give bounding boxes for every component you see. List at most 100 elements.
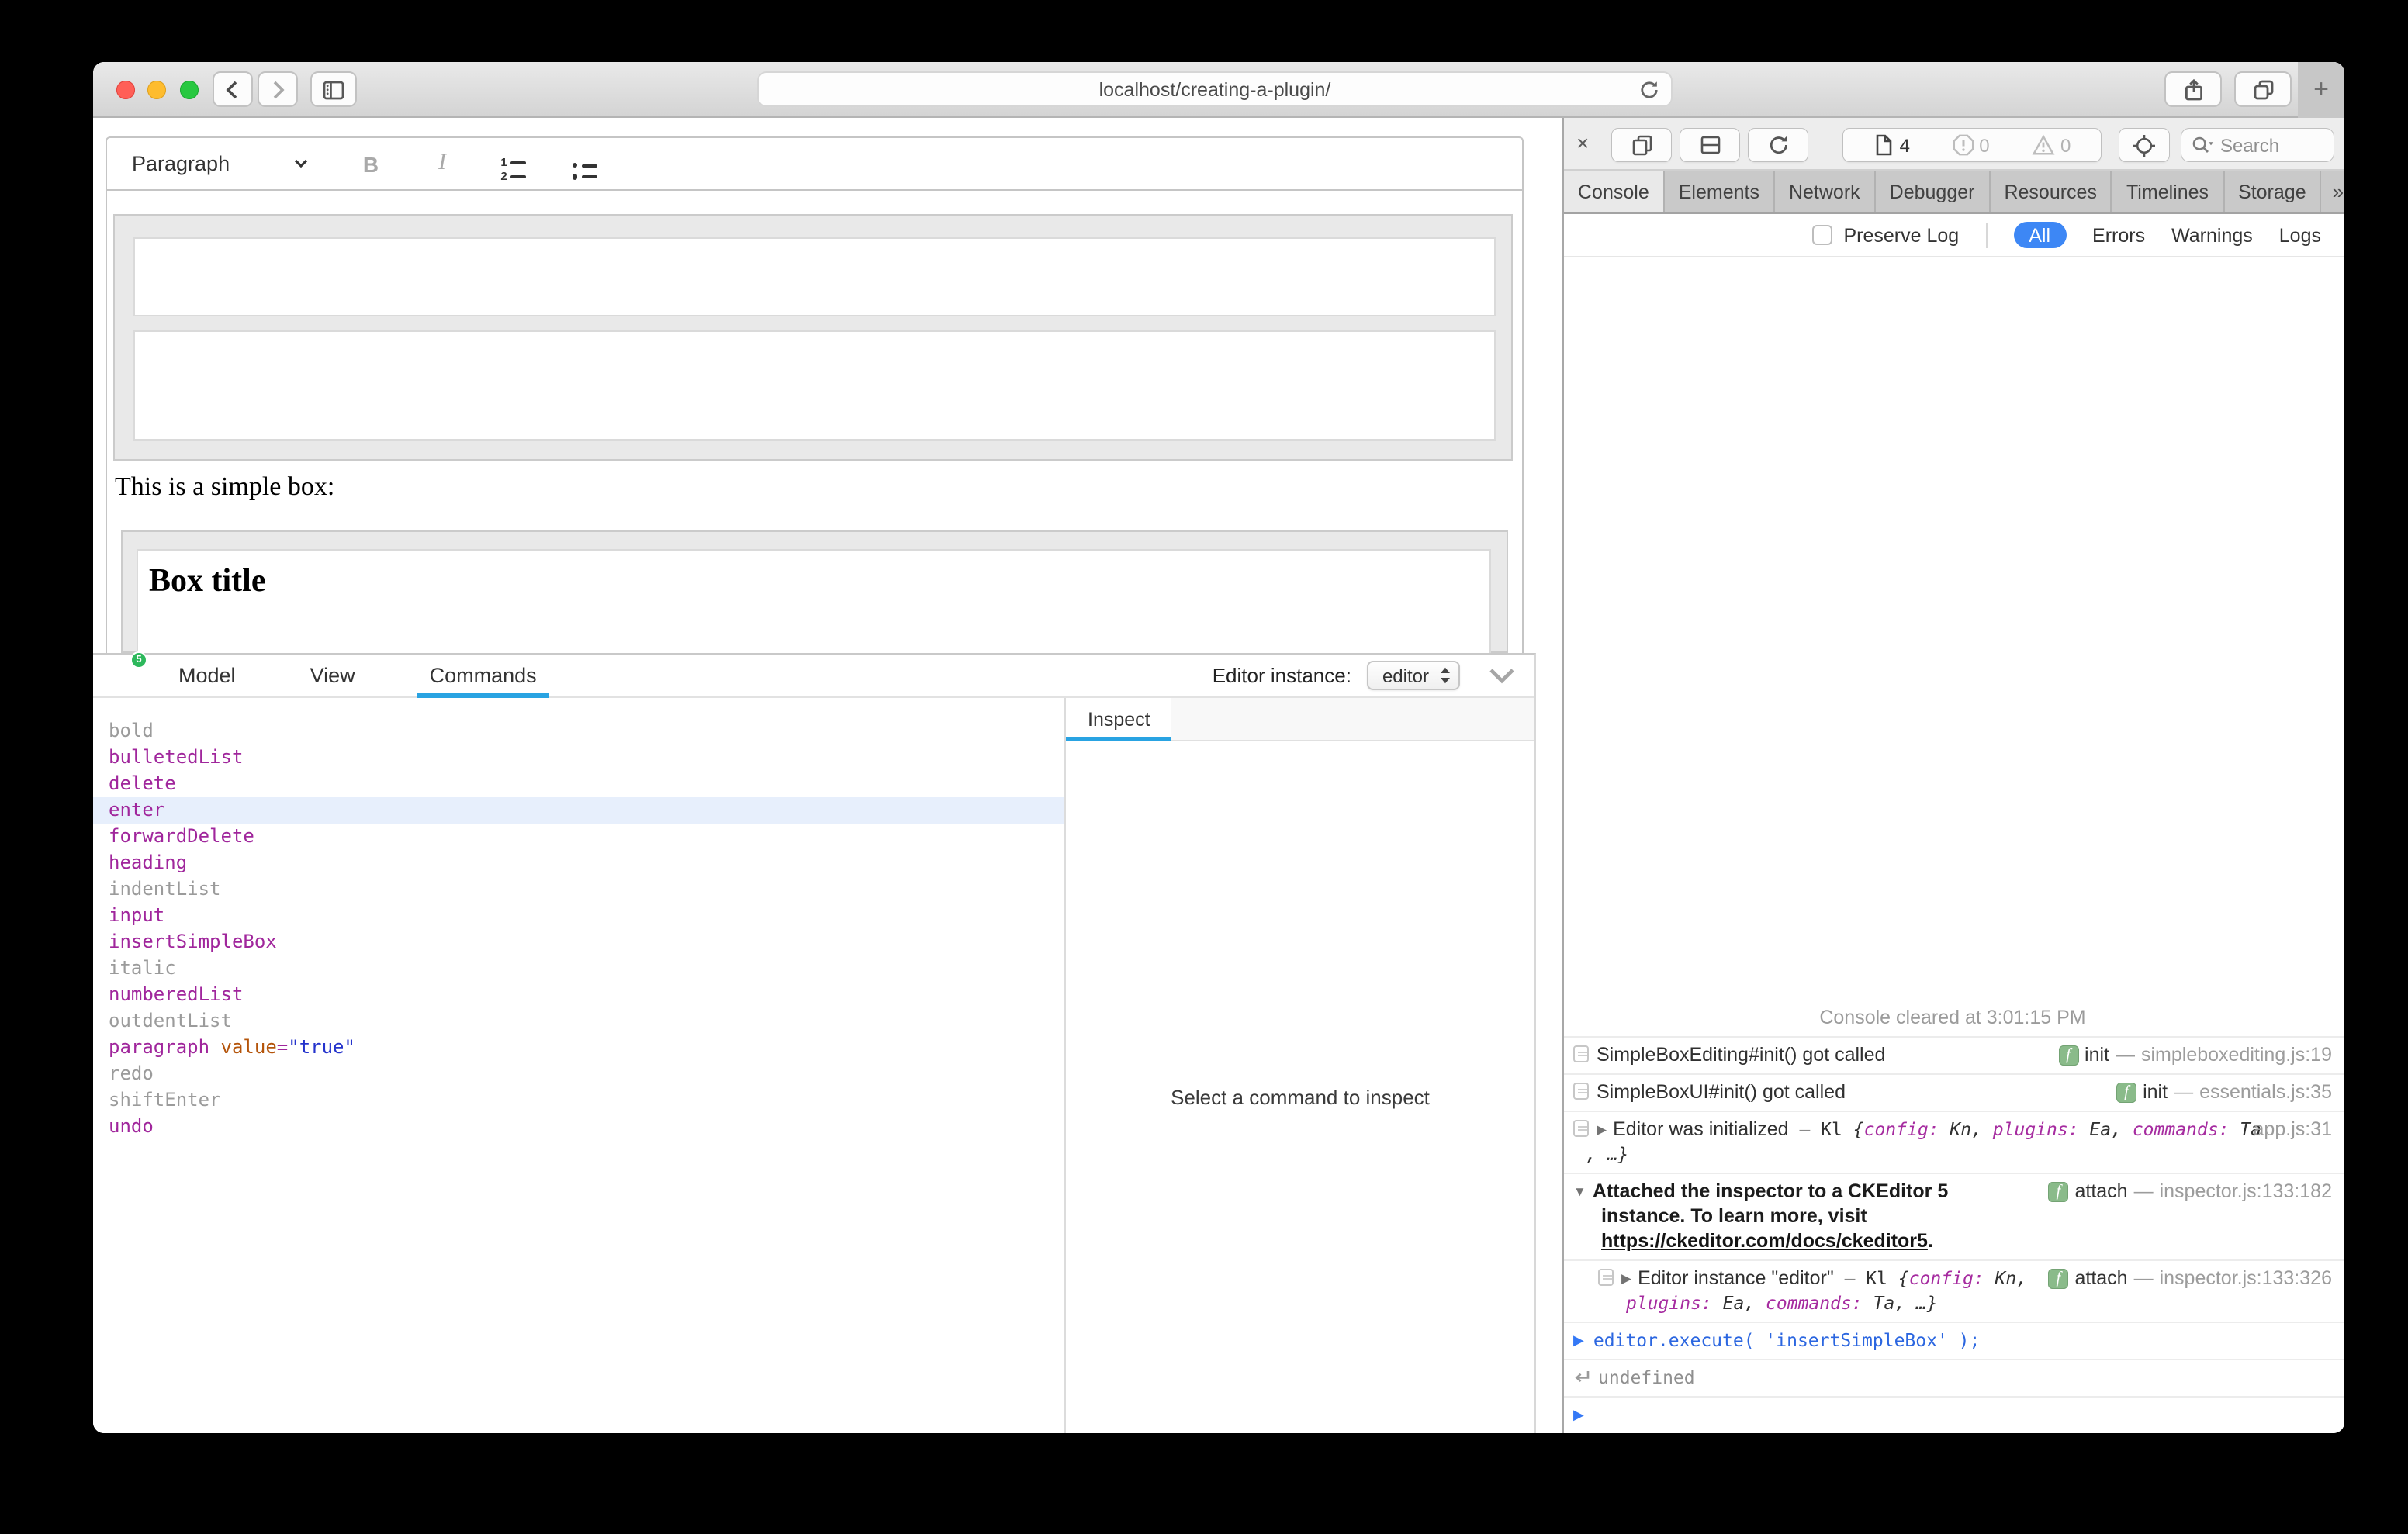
command-item[interactable]: forwardDelete — [93, 824, 1064, 850]
prompt-chevron-icon: ▶ — [1573, 1407, 1584, 1422]
minimize-window-button[interactable] — [147, 81, 166, 99]
web-page: Paragraph B I 1 2 — [93, 118, 1562, 1433]
back-button[interactable] — [213, 71, 253, 107]
executed-command-text: editor.execute( 'insertSimpleBox' ); — [1593, 1329, 1981, 1351]
bold-button[interactable]: B — [352, 151, 389, 176]
function-name[interactable]: init — [2143, 1080, 2168, 1104]
numbered-list-icon: 1 2 — [500, 158, 526, 181]
address-bar[interactable]: localhost/creating-a-plugin/ — [757, 71, 1673, 107]
simple-box-description-field[interactable] — [133, 330, 1496, 441]
simple-box-title-field[interactable] — [137, 549, 1491, 655]
forward-button[interactable] — [258, 71, 298, 107]
console-cleared-message: Console cleared at 3:01:15 PM — [1564, 1000, 2344, 1036]
tab-timelines[interactable]: Timelines — [2112, 171, 2224, 212]
preserve-log-toggle[interactable]: Preserve Log — [1813, 224, 1960, 246]
divider — [1985, 223, 1987, 247]
error-octagon-icon — [1951, 133, 1974, 157]
function-name[interactable]: attach — [2074, 1266, 2127, 1290]
source-location-link[interactable]: essentials.js:35 — [2199, 1080, 2332, 1104]
filter-warnings-button[interactable]: Warnings — [2171, 224, 2253, 246]
ckeditor-logo-badge: 5 — [130, 651, 147, 669]
tabs-overflow-button[interactable]: » — [2322, 171, 2344, 212]
command-item[interactable]: paragraph value="true" — [93, 1035, 1064, 1061]
collapse-panel-chevron-icon[interactable] — [1488, 667, 1516, 684]
function-badge-icon: f — [2048, 1268, 2068, 1288]
function-badge-icon: f — [2116, 1082, 2136, 1102]
source-location-link[interactable]: inspector.js:133:326 — [2160, 1266, 2332, 1290]
command-item[interactable]: outdentList — [93, 1008, 1064, 1035]
ckeditor-docs-link[interactable]: https://ckeditor.com/docs/ckeditor5 — [1601, 1230, 1928, 1252]
commands-list: bold bulletedList delete enter forwardDe… — [93, 698, 1064, 1433]
command-item[interactable]: insertSimpleBox — [93, 929, 1064, 955]
sidebar-icon — [321, 77, 346, 102]
reload-button[interactable] — [1638, 79, 1660, 101]
paragraph-dropdown[interactable]: Paragraph — [123, 143, 318, 184]
warning-count-indicator[interactable]: 0 — [2031, 133, 2071, 157]
disclosure-triangle-icon[interactable]: ▶ — [1597, 1121, 1607, 1137]
log-icon — [1573, 1045, 1589, 1062]
dock-bottom-icon — [1698, 133, 1721, 157]
close-devtools-button[interactable]: × — [1576, 130, 1589, 157]
command-item[interactable]: redo — [93, 1061, 1064, 1087]
command-item[interactable]: numberedList — [93, 982, 1064, 1008]
tab-debugger[interactable]: Debugger — [1876, 171, 1991, 212]
console-prompt-row[interactable]: ▶ — [1564, 1396, 2344, 1433]
share-button[interactable] — [2164, 71, 2222, 107]
command-item[interactable]: bulletedList — [93, 745, 1064, 771]
tab-storage[interactable]: Storage — [2224, 171, 2322, 212]
command-item[interactable]: bold — [93, 718, 1064, 745]
function-name[interactable]: init — [2085, 1042, 2109, 1067]
prompt-chevron-icon: ▶ — [1573, 1332, 1584, 1348]
simple-box-title-field[interactable] — [133, 237, 1496, 316]
new-tab-button[interactable]: + — [2298, 62, 2344, 118]
tab-overview-button[interactable] — [2234, 71, 2292, 107]
command-item[interactable]: heading — [93, 850, 1064, 876]
bulleted-list-button[interactable] — [566, 148, 604, 180]
command-item[interactable]: italic — [93, 955, 1064, 982]
return-value-arrow-icon — [1573, 1370, 1590, 1385]
disclosure-triangle-icon[interactable]: ▶ — [1621, 1270, 1631, 1286]
log-text: Editor instance "editor" — [1638, 1267, 1834, 1289]
tab-commands[interactable]: Commands — [430, 654, 537, 697]
dock-bottom-button[interactable] — [1680, 129, 1739, 161]
paragraph-dropdown-label: Paragraph — [132, 152, 230, 175]
tab-network[interactable]: Network — [1775, 171, 1876, 212]
plus-icon: + — [2313, 74, 2329, 105]
source-location-link[interactable]: simpleboxediting.js:19 — [2141, 1042, 2332, 1067]
command-item-selected[interactable]: enter — [93, 797, 1064, 824]
command-item[interactable]: delete — [93, 771, 1064, 797]
command-item[interactable]: indentList — [93, 876, 1064, 903]
source-location-link[interactable]: inspector.js:133:182 — [2160, 1179, 2332, 1204]
element-picker-button[interactable] — [2119, 129, 2169, 161]
tab-view[interactable]: View — [310, 654, 355, 697]
italic-button[interactable]: I — [424, 150, 461, 177]
disclosure-triangle-icon[interactable]: ▼ — [1573, 1183, 1586, 1199]
tab-resources[interactable]: Resources — [1990, 171, 2112, 212]
filter-logs-button[interactable]: Logs — [2279, 224, 2321, 246]
tab-inspect[interactable]: Inspect — [1066, 698, 1172, 740]
filter-errors-button[interactable]: Errors — [2092, 224, 2145, 246]
zoom-window-button[interactable] — [180, 81, 199, 99]
sidebar-toggle-button[interactable] — [310, 71, 357, 107]
tab-console[interactable]: Console — [1564, 171, 1665, 212]
tab-elements[interactable]: Elements — [1665, 171, 1775, 212]
source-location-link[interactable]: app.js:31 — [2254, 1117, 2332, 1142]
editor-instance-select[interactable]: editor — [1367, 661, 1460, 690]
box-title-text[interactable]: Box title — [149, 561, 265, 600]
reload-page-button[interactable] — [1749, 129, 1808, 161]
function-name[interactable]: attach — [2074, 1179, 2127, 1204]
intro-paragraph[interactable]: This is a simple box: — [115, 472, 334, 503]
error-count-indicator[interactable]: 0 — [1951, 133, 1989, 157]
command-item[interactable]: input — [93, 903, 1064, 929]
tab-model[interactable]: Model — [178, 654, 236, 697]
editor-instance-label: Editor instance: — [1213, 664, 1351, 687]
command-item[interactable]: shiftEnter — [93, 1087, 1064, 1114]
close-window-button[interactable] — [116, 81, 135, 99]
filter-all-button[interactable]: All — [2013, 222, 2066, 248]
dock-side-button[interactable] — [1612, 129, 1671, 161]
numbered-list-button[interactable]: 1 2 — [495, 146, 532, 181]
devtools-search-field[interactable]: Search — [2181, 129, 2334, 161]
function-badge-icon: f — [2058, 1045, 2078, 1065]
command-item[interactable]: undo — [93, 1114, 1064, 1140]
page-resources-indicator[interactable]: 4 — [1873, 133, 1910, 157]
